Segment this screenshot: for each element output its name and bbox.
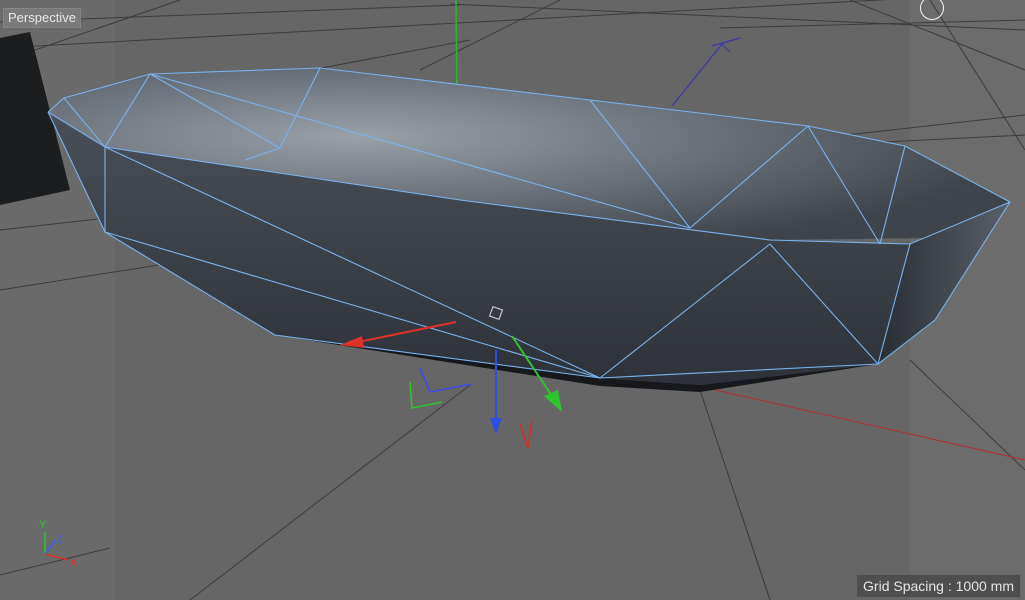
perspective-viewport[interactable]: Y Z X Perspective Grid Spacing : 1000 mm bbox=[0, 0, 1025, 600]
grid-spacing-readout: Grid Spacing : 1000 mm bbox=[856, 574, 1021, 598]
viewport-label[interactable]: Perspective bbox=[3, 8, 81, 28]
axis-label-y: Y bbox=[39, 519, 47, 531]
scene-canvas[interactable]: Y Z X bbox=[0, 0, 1025, 600]
axis-label-z: Z bbox=[56, 534, 63, 546]
axis-label-x: X bbox=[70, 557, 78, 569]
